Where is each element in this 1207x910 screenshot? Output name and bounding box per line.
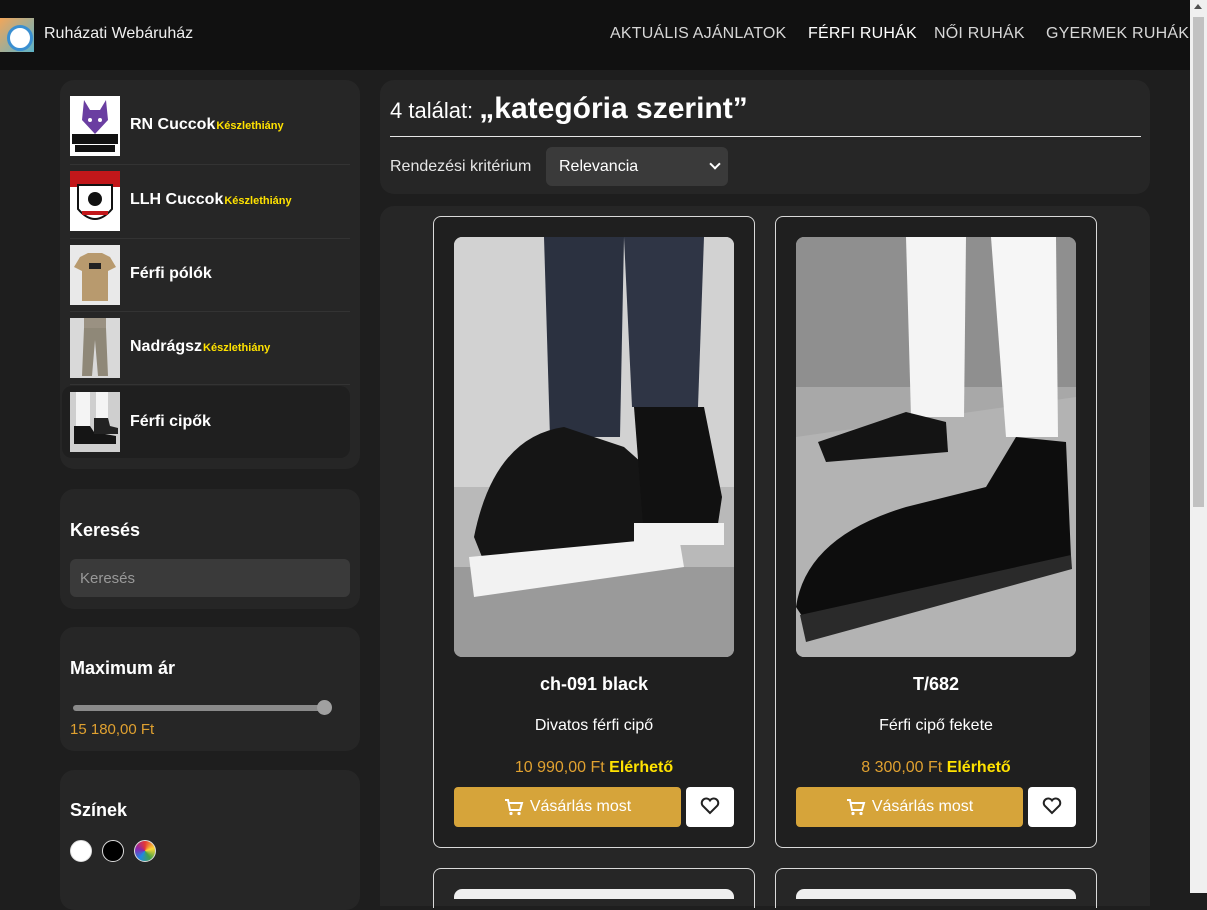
stock-badge: Készlethiány <box>224 195 292 207</box>
category-label: RN CuccokKészlethiány <box>130 116 284 133</box>
divider <box>70 238 350 239</box>
heading-divider <box>390 136 1141 137</box>
product-card[interactable]: T/682 Férfi cipő fekete 8 300,00 Ft Elér… <box>775 216 1097 848</box>
category-thumbnail <box>70 392 120 452</box>
availability-label: Elérhető <box>609 759 674 776</box>
nav-kids-clothing[interactable]: GYERMEK RUHÁK <box>1046 25 1189 43</box>
color-swatch-black[interactable] <box>102 840 124 862</box>
product-name[interactable]: ch-091 black <box>434 674 754 695</box>
nav-womens-clothing[interactable]: NŐI RUHÁK <box>934 25 1025 43</box>
category-label: LLH CuccokKészlethiány <box>130 191 292 208</box>
sort-selected-value: Relevancia <box>559 158 639 175</box>
buy-now-button[interactable]: Vásárlás most <box>454 787 681 827</box>
nav-mens-clothing[interactable]: FÉRFI RUHÁK <box>808 25 917 43</box>
product-description: Divatos férfi cipő <box>534 717 654 734</box>
search-input[interactable] <box>70 559 350 597</box>
category-item-mens-tshirts[interactable]: Férfi pólók <box>70 245 350 305</box>
category-item-llh-cuccok[interactable]: LLH CuccokKészlethiány <box>70 171 350 231</box>
scroll-up-arrow-icon[interactable] <box>1194 4 1202 9</box>
category-label: NadrágszKészlethiány <box>130 338 271 355</box>
cart-icon <box>846 798 866 815</box>
sort-label: Rendezési kritérium <box>390 158 532 175</box>
color-swatch-white[interactable] <box>70 840 92 862</box>
color-swatch-multicolor[interactable] <box>134 840 156 862</box>
logo-icon[interactable] <box>0 18 34 52</box>
category-item-rn-cuccok[interactable]: RN CuccokKészlethiány <box>70 96 350 156</box>
product-card-partial[interactable] <box>433 868 755 908</box>
cart-icon <box>504 798 524 815</box>
price-slider-handle[interactable] <box>317 700 332 715</box>
favorite-button[interactable] <box>1028 787 1076 827</box>
search-title: Keresés <box>70 520 141 540</box>
product-name[interactable]: T/682 <box>776 674 1096 695</box>
availability-label: Elérhető <box>946 759 1011 776</box>
category-thumbnail <box>70 245 120 305</box>
heart-icon <box>700 797 720 814</box>
category-label: Férfi pólók <box>130 265 212 282</box>
scrollbar-thumb[interactable] <box>1193 17 1204 507</box>
product-description: Férfi cipő fekete <box>879 717 993 734</box>
category-label: Férfi cipők <box>130 413 211 430</box>
category-thumbnail <box>70 96 120 156</box>
results-heading: 4 találat: „kategória szerint” <box>390 92 748 125</box>
category-thumbnail <box>70 318 120 378</box>
chevron-down-icon <box>709 158 721 170</box>
max-price-value: 15 180,00 Ft <box>70 721 155 738</box>
max-price-title: Maximum ár <box>70 658 176 678</box>
colors-title: Színek <box>70 800 128 820</box>
nav-current-offers[interactable]: AKTUÁLIS AJÁNLATOK <box>610 25 786 43</box>
product-price: 8 300,00 Ft Elérhető <box>861 759 1011 776</box>
buy-now-button[interactable]: Vásárlás most <box>796 787 1023 827</box>
heart-icon <box>1042 797 1062 814</box>
product-image[interactable] <box>454 889 734 899</box>
top-navbar: Ruházati Webáruház AKTUÁLIS AJÁNLATOK FÉ… <box>0 0 1190 70</box>
product-card[interactable]: ch-091 black Divatos férfi cipő 10 990,0… <box>433 216 755 848</box>
product-card-partial[interactable] <box>775 868 1097 908</box>
product-image[interactable] <box>796 889 1076 899</box>
divider <box>70 384 350 385</box>
product-image[interactable] <box>796 237 1076 657</box>
product-price: 10 990,00 Ft Elérhető <box>514 759 674 776</box>
divider <box>70 164 350 165</box>
stock-badge: Készlethiány <box>203 342 271 354</box>
category-item-trousers[interactable]: NadrágszKészlethiány <box>70 318 350 378</box>
sort-select[interactable]: Relevancia <box>546 147 728 186</box>
product-image[interactable] <box>454 237 734 657</box>
category-thumbnail <box>70 171 120 231</box>
category-item-mens-shoes[interactable]: Férfi cipők <box>62 386 350 458</box>
page-scrollbar[interactable] <box>1190 0 1207 893</box>
price-slider-track[interactable] <box>73 705 325 711</box>
favorite-button[interactable] <box>686 787 734 827</box>
colors-panel <box>60 770 360 910</box>
divider <box>70 311 350 312</box>
brand-name[interactable]: Ruházati Webáruház <box>44 25 193 43</box>
stock-badge: Készlethiány <box>216 120 284 132</box>
